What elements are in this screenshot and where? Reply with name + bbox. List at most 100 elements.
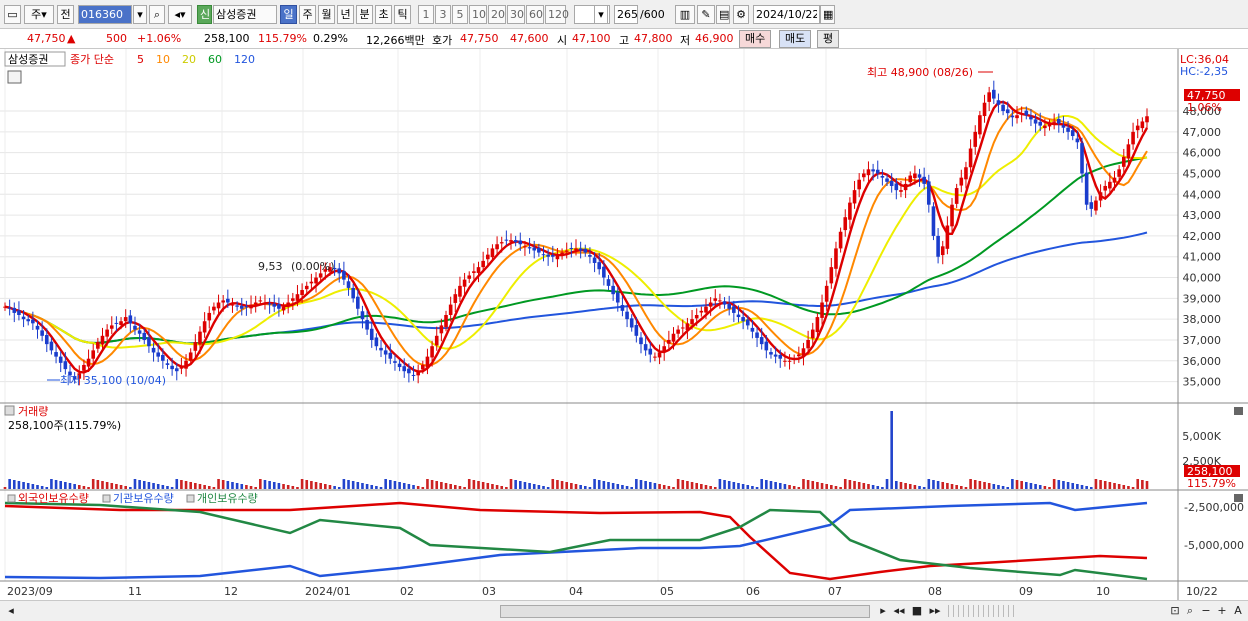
- horizontal-scroll-bar[interactable]: ◂ ▸ ◂◂ ■ ▸▸ ⊡ ⌕ − + A: [0, 600, 1248, 621]
- volume-bar: [351, 481, 355, 489]
- period-button-3[interactable]: 년: [337, 5, 354, 24]
- period-button-4[interactable]: 분: [356, 5, 373, 24]
- volume-bar: [342, 479, 346, 489]
- magnify-icon[interactable]: ⌕: [1183, 604, 1197, 618]
- volume-bar: [1071, 483, 1075, 489]
- period-button-0[interactable]: 일: [280, 5, 297, 24]
- candle-body: [188, 352, 193, 361]
- volume-bar: [379, 487, 383, 489]
- search-icon[interactable]: ⌕: [149, 5, 165, 24]
- chart-type-icon[interactable]: ▥: [675, 5, 695, 24]
- y-tick-label: 47,000: [1183, 126, 1222, 139]
- volume-bar: [26, 483, 30, 489]
- scroll-left-icon[interactable]: ◂: [4, 604, 18, 618]
- zoom-out-icon[interactable]: −: [1199, 604, 1213, 618]
- eval-button[interactable]: 평: [817, 30, 840, 48]
- interval-button-1[interactable]: 1: [418, 5, 434, 24]
- volume-bar: [412, 485, 415, 489]
- period-button-5[interactable]: 초: [375, 5, 392, 24]
- period-button-2[interactable]: 월: [318, 5, 335, 24]
- sell-button[interactable]: 매도: [779, 30, 812, 48]
- buy-button[interactable]: 매수: [739, 30, 772, 48]
- forward-icon[interactable]: ▸▸: [928, 604, 942, 618]
- scroll-right-icon[interactable]: ▸: [876, 604, 890, 618]
- candle-body: [1135, 125, 1140, 131]
- candle-body: [1010, 115, 1015, 118]
- candle-body: [537, 247, 541, 253]
- volume-bar: [161, 485, 165, 489]
- candle-body: [639, 337, 643, 345]
- candle-body: [1126, 144, 1131, 159]
- period-button-6[interactable]: 틱: [394, 5, 411, 24]
- interval-button-10[interactable]: 10: [469, 5, 487, 24]
- stock-name-field[interactable]: 삼성증권: [213, 5, 277, 24]
- gear-icon[interactable]: ⚙: [733, 5, 749, 24]
- speaker-icon[interactable]: ◂▾: [168, 5, 192, 24]
- candle-body: [806, 339, 810, 349]
- volume-bar: [82, 486, 86, 489]
- zoom-in-icon[interactable]: +: [1215, 604, 1229, 618]
- candle-body: [592, 257, 597, 263]
- holding-close-icon[interactable]: [1234, 494, 1243, 502]
- volume-bar: [992, 484, 996, 489]
- candle-body: [940, 246, 945, 256]
- interval-dropdown-icon[interactable]: ▾: [594, 5, 608, 24]
- holding-legend-2: 개인보유수량: [197, 492, 258, 505]
- candle-body: [523, 246, 527, 248]
- volume-close-icon[interactable]: [1234, 407, 1243, 415]
- candle-body: [356, 296, 360, 309]
- candle-body: [787, 360, 792, 362]
- scroll-thumb[interactable]: [500, 605, 870, 618]
- table-icon[interactable]: [7, 70, 22, 84]
- volume-bar: [899, 482, 903, 489]
- lock-icon[interactable]: ⊡: [1168, 604, 1182, 618]
- volume-bar: [180, 480, 183, 489]
- interval-button-30[interactable]: 30: [507, 5, 525, 24]
- volume-bar: [8, 479, 11, 489]
- candle-body: [745, 319, 750, 326]
- volume-bar: [588, 487, 592, 489]
- interval-button-3[interactable]: 3: [435, 5, 451, 24]
- interval-button-20[interactable]: 20: [488, 5, 506, 24]
- font-size-icon[interactable]: A: [1231, 604, 1245, 618]
- candle-body: [179, 367, 184, 369]
- volume-bar: [105, 482, 109, 489]
- tools-icon[interactable]: ✎: [697, 5, 715, 24]
- type-select[interactable]: 주▾: [24, 5, 54, 24]
- candle-body: [379, 347, 383, 351]
- volume-bar: [895, 481, 898, 489]
- volume-bar: [528, 483, 531, 489]
- candle-body: [541, 254, 546, 256]
- candle-body: [476, 267, 481, 273]
- candle-body: [393, 361, 397, 363]
- candle-body: [569, 247, 574, 249]
- rewind-icon[interactable]: ◂◂: [892, 604, 906, 618]
- zoom-ruler[interactable]: [948, 605, 1018, 617]
- prev-button[interactable]: 전: [57, 5, 74, 24]
- toolbar: ▭ 주▾ 전 ▾ ⌕ ◂▾ 신 삼성증권 ▾ 265 /600 ▥ ✎ ▤ ⚙ …: [0, 0, 1248, 29]
- calendar-icon[interactable]: ▦: [820, 5, 835, 24]
- mid-annotation-pct: (0.00%): [291, 260, 335, 273]
- volume-bar: [676, 479, 680, 489]
- code-input[interactable]: [78, 5, 132, 24]
- interval-button-60[interactable]: 60: [526, 5, 544, 24]
- interval-button-5[interactable]: 5: [452, 5, 468, 24]
- candle-body: [1080, 143, 1084, 174]
- volume-bar: [658, 484, 661, 489]
- date-input[interactable]: [753, 5, 820, 24]
- candle-body: [421, 364, 425, 370]
- candle-body: [1145, 116, 1149, 123]
- volume-bar: [272, 482, 276, 489]
- save-icon[interactable]: ▤: [716, 5, 730, 24]
- period-button-1[interactable]: 주: [299, 5, 316, 24]
- stop-icon[interactable]: ■: [910, 604, 924, 618]
- volume-bar: [644, 481, 647, 489]
- volume-bar: [778, 483, 782, 489]
- count-input[interactable]: 265: [614, 5, 638, 24]
- x-tick-label: 07: [828, 585, 842, 598]
- layout-icon[interactable]: ▭: [4, 5, 21, 24]
- candle-body: [694, 315, 699, 319]
- chart-area[interactable]: 48,00047,00046,00045,00044,00043,00042,0…: [0, 49, 1248, 600]
- interval-button-120[interactable]: 120: [545, 5, 569, 24]
- code-dropdown-icon[interactable]: ▾: [133, 5, 147, 24]
